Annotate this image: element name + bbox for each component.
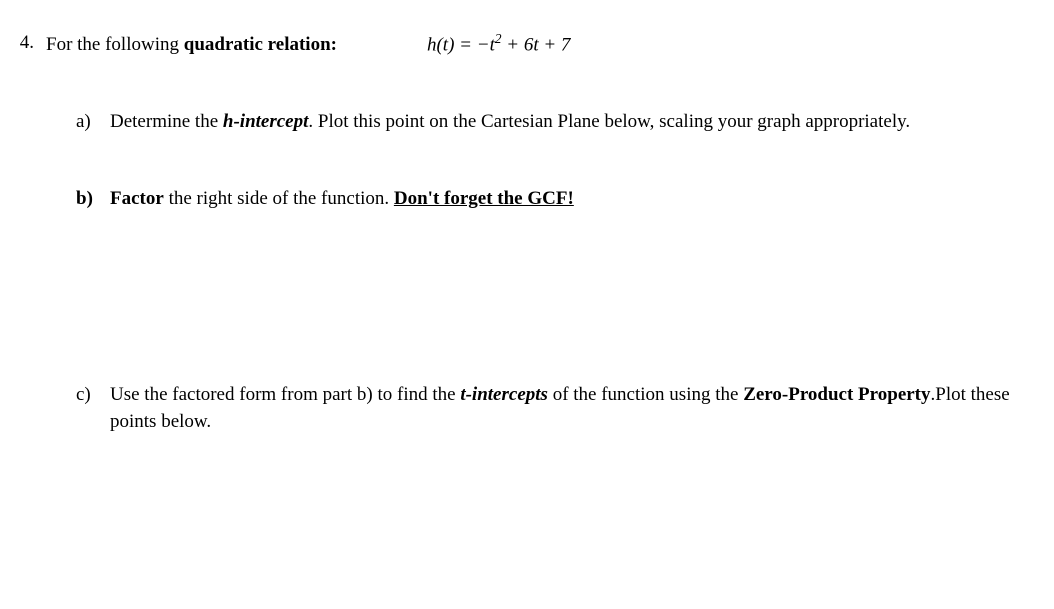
part-c-mid: of the function using the (548, 384, 743, 405)
problem-4: 4. For the following quadratic relation:… (10, 30, 1024, 485)
equation: h(t) = −t2 + 6t + 7 (427, 30, 570, 59)
part-b-mid: the right side of the function. (164, 188, 394, 209)
problem-body: For the following quadratic relation: h(… (46, 30, 1024, 485)
subpart-c-body: Use the factored form from part b) to fi… (110, 382, 1024, 435)
subpart-a-label: a) (76, 109, 98, 136)
subpart-b-body: Factor the right side of the function. D… (110, 186, 1024, 213)
equation-neg-t: −t (477, 34, 495, 55)
part-c-pre: Use the factored form from part b) to fi… (110, 384, 460, 405)
part-a-bold: h-intercept (223, 111, 309, 132)
subpart-a: a) Determine the h-intercept. Plot this … (76, 109, 1024, 136)
part-c-tintercepts: t-intercepts (460, 384, 548, 405)
subpart-b-label: b) (76, 186, 98, 213)
equation-rest: + 6t + 7 (502, 34, 571, 55)
subpart-c-label: c) (76, 382, 98, 435)
part-b-factor: Factor (110, 188, 164, 209)
equation-exponent: 2 (495, 31, 502, 46)
subpart-a-body: Determine the h-intercept. Plot this poi… (110, 109, 1024, 136)
intro-pre: For the following (46, 34, 184, 55)
part-a-post: . Plot this point on the Cartesian Plane… (308, 111, 910, 132)
problem-header: For the following quadratic relation: h(… (46, 30, 1024, 59)
equation-lhs: h(t) = (427, 34, 477, 55)
subpart-b: b) Factor the right side of the function… (76, 186, 1024, 213)
problem-number: 4. (10, 30, 34, 485)
part-c-zero-product: Zero-Product Property (743, 384, 930, 405)
problem-intro: For the following quadratic relation: (46, 32, 337, 59)
part-b-gcf: Don't forget the GCF! (394, 188, 574, 209)
subpart-c: c) Use the factored form from part b) to… (76, 382, 1024, 435)
part-a-pre: Determine the (110, 111, 223, 132)
intro-bold: quadratic relation: (184, 34, 337, 55)
